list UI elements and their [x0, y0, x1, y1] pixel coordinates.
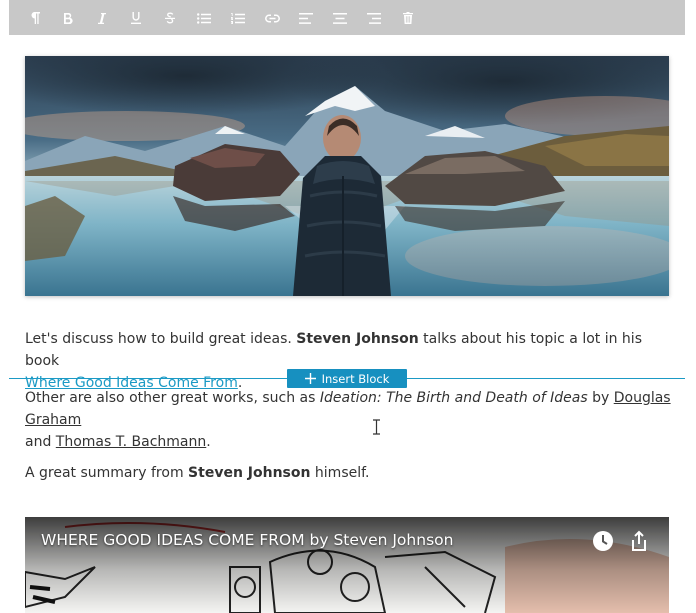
- text-span: by: [587, 390, 614, 406]
- paragraph-icon[interactable]: [24, 7, 46, 29]
- video-embed[interactable]: WHERE GOOD IDEAS COME FROM by Steven Joh…: [25, 517, 669, 613]
- plus-icon: [304, 373, 316, 384]
- bulleted-list-icon[interactable]: [193, 7, 215, 29]
- italic-icon[interactable]: [91, 7, 113, 29]
- text-span: Let's discuss how to build great ideas.: [25, 331, 297, 347]
- watch-later-icon[interactable]: [591, 529, 615, 553]
- author-link-bachmann[interactable]: Thomas T. Bachmann: [56, 434, 206, 450]
- video-title[interactable]: WHERE GOOD IDEAS COME FROM by Steven Joh…: [41, 531, 453, 549]
- link-icon[interactable]: [261, 7, 283, 29]
- insert-block-label: Insert Block: [321, 371, 390, 386]
- paragraph-summary[interactable]: A great summary from Steven Johnson hims…: [25, 462, 675, 484]
- share-icon[interactable]: [627, 529, 651, 553]
- text-span: Other are also other great works, such a…: [25, 390, 320, 406]
- align-left-icon[interactable]: [295, 7, 317, 29]
- hero-image[interactable]: [25, 56, 669, 296]
- bold-author: Steven Johnson: [296, 331, 419, 347]
- insert-block-button[interactable]: Insert Block: [287, 369, 407, 388]
- underline-icon[interactable]: [125, 7, 147, 29]
- mountain-lake-photo: [25, 56, 669, 296]
- numbered-list-icon[interactable]: [227, 7, 249, 29]
- strikethrough-icon[interactable]: [159, 7, 181, 29]
- paragraph-other-works[interactable]: Other are also other great works, such a…: [25, 387, 675, 453]
- trash-icon[interactable]: [397, 7, 419, 29]
- editor-toolbar: [9, 0, 685, 35]
- bold-icon[interactable]: [57, 7, 79, 29]
- text-span: and: [25, 434, 56, 450]
- align-right-icon[interactable]: [363, 7, 385, 29]
- text-cursor-icon: [373, 419, 380, 435]
- align-center-icon[interactable]: [329, 7, 351, 29]
- text-span: A great summary from: [25, 465, 189, 481]
- bold-author: Steven Johnson: [188, 465, 311, 481]
- text-span: .: [206, 434, 211, 450]
- italic-title: Ideation: The Birth and Death of Ideas: [319, 390, 588, 406]
- text-span: himself.: [310, 465, 370, 481]
